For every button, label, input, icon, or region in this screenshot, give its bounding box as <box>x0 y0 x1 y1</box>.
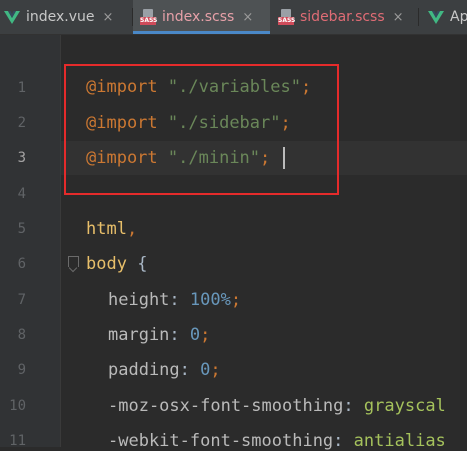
line-number-gutter: 1 2 3 4 5 6 7 8 9 10 11 <box>0 35 61 449</box>
line-number: 2 <box>17 115 26 131</box>
sass-icon: SASS <box>140 9 157 25</box>
line-number: 5 <box>17 221 26 237</box>
line-number: 4 <box>17 186 26 202</box>
line-number: 3 <box>17 150 26 166</box>
line-number: 9 <box>17 362 26 378</box>
tab-separator <box>418 8 419 26</box>
annotation-highlight-box <box>64 64 339 195</box>
tab-index-scss[interactable]: SASS index.scss × <box>133 0 270 34</box>
tab-index-vue[interactable]: index.vue × <box>4 0 113 34</box>
code-line-7[interactable]: height: 100%; <box>108 290 241 310</box>
line-number: 10 <box>9 398 26 414</box>
close-icon[interactable]: × <box>242 10 253 25</box>
close-icon[interactable]: × <box>393 10 404 25</box>
vue-icon <box>428 11 444 24</box>
line-number: 6 <box>17 256 26 272</box>
code-line-10[interactable]: -moz-osx-font-smoothing: grayscal <box>108 396 446 416</box>
fold-icon[interactable] <box>68 256 79 267</box>
code-line-5[interactable]: html, <box>86 219 137 239</box>
editor-tab-bar: index.vue × SASS index.scss × SASS sideb… <box>0 0 467 35</box>
tab-label: index.scss <box>162 9 235 25</box>
vue-icon <box>4 11 20 24</box>
code-line-11[interactable]: -webkit-font-smoothing: antialias <box>108 431 446 451</box>
tab-label: sidebar.scss <box>300 9 385 25</box>
code-line-8[interactable]: margin: 0; <box>108 325 210 345</box>
sass-icon: SASS <box>278 9 295 25</box>
tab-sidebar-scss[interactable]: SASS sidebar.scss × <box>278 0 404 34</box>
code-line-9[interactable]: padding: 0; <box>108 360 221 380</box>
tab-label: Ap <box>450 9 467 25</box>
line-number: 8 <box>17 327 26 343</box>
line-number: 7 <box>17 292 26 308</box>
line-number: 1 <box>17 80 26 96</box>
tab-app-vue[interactable]: Ap <box>428 0 467 34</box>
code-line-6[interactable]: body { <box>86 254 147 274</box>
line-number: 11 <box>9 433 26 449</box>
tab-label: index.vue <box>26 9 95 25</box>
close-icon[interactable]: × <box>103 10 114 25</box>
